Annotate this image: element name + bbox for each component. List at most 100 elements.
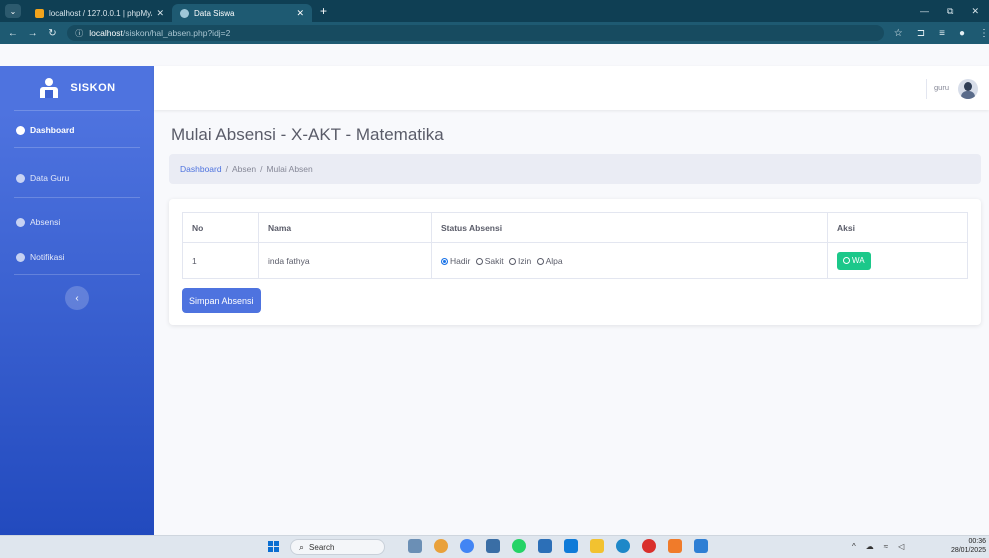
bell-icon — [16, 252, 25, 262]
url-path: /siskon/hal_absen.php?idj=2 — [122, 28, 231, 38]
restore-icon[interactable]: ⧉ — [947, 6, 953, 17]
chevron-up-icon[interactable]: ^ — [852, 542, 856, 551]
radio-hadir[interactable] — [441, 257, 448, 265]
breadcrumb: Dashboard / Absen / Mulai Absen — [169, 154, 981, 184]
new-tab-button[interactable]: + — [320, 4, 327, 18]
user-icon — [16, 173, 25, 183]
taskbar-search-input[interactable]: ⌕ Search — [290, 539, 385, 555]
extensions-icon[interactable]: ⊐ — [917, 28, 925, 39]
window-controls: — ⧉ ✕ — [920, 6, 989, 17]
taskbar-app-icon[interactable] — [538, 539, 552, 553]
sidebar-item-label: Absensi — [30, 217, 61, 227]
close-icon[interactable]: ✕ — [156, 8, 164, 19]
taskbar-app-icon[interactable] — [642, 539, 656, 553]
cell-no: 1 — [182, 242, 259, 279]
sidebar-divider — [14, 147, 140, 148]
radio-sakit[interactable] — [475, 257, 483, 265]
globe-icon — [180, 8, 189, 18]
whatsapp-icon — [843, 257, 850, 264]
sidebar-item-label: Data Guru — [30, 173, 70, 183]
vscode-icon[interactable] — [694, 539, 708, 553]
url-input[interactable]: ⓘ localhost/siskon/hal_absen.php?idj=2 — [67, 25, 884, 41]
file-explorer-icon[interactable] — [590, 539, 604, 553]
whatsapp-button[interactable]: WA — [837, 251, 871, 270]
page-title: Mulai Absensi - X-AKT - Matematika — [171, 125, 444, 144]
sidebar-item-notifikasi[interactable]: Notifikasi — [16, 252, 64, 262]
reading-list-icon[interactable]: ≡ — [939, 28, 945, 39]
radio-alpa[interactable] — [536, 257, 544, 265]
sidebar-divider — [14, 274, 140, 275]
users-icon — [16, 217, 25, 227]
minimize-icon[interactable]: — — [920, 6, 929, 17]
xampp-icon[interactable] — [668, 539, 682, 553]
attendance-card: No Nama Status Absensi Aksi 1 inda fathy… — [169, 199, 981, 325]
radio-label-izin: Izin — [517, 255, 532, 266]
breadcrumb-dashboard-link[interactable]: Dashboard — [180, 164, 222, 174]
column-header-nama: Nama — [258, 212, 432, 243]
close-window-icon[interactable]: ✕ — [971, 6, 979, 17]
tab-title: localhost / 127.0.0.1 | phpMyAdmin — [49, 8, 152, 18]
save-attendance-button[interactable]: Simpan Absensi — [182, 288, 261, 313]
cell-nama: inda fathya — [258, 242, 432, 279]
attendance-table: No Nama Status Absensi Aksi 1 inda fathy… — [182, 212, 968, 279]
reload-icon[interactable]: ↻ — [46, 28, 60, 39]
sidebar-item-label: Notifikasi — [30, 252, 65, 262]
sidebar-divider — [14, 110, 140, 111]
sidebar-brand[interactable]: SISKON — [0, 66, 154, 110]
close-icon[interactable]: ✕ — [296, 8, 304, 19]
cloud-icon[interactable]: ☁ — [866, 542, 874, 551]
bookmark-star-icon[interactable]: ☆ — [894, 28, 903, 39]
wifi-icon[interactable]: ≈ — [884, 542, 888, 551]
whatsapp-label: WA — [852, 256, 865, 265]
column-header-aksi: Aksi — [827, 212, 968, 243]
tab-title: Data Siswa — [194, 8, 235, 18]
browser-tab-bar: ⌄ localhost / 127.0.0.1 | phpMyAdmin ✕ D… — [0, 0, 989, 22]
user-name[interactable]: guru — [934, 83, 949, 92]
windows-start-icon[interactable] — [268, 541, 279, 552]
site-info-icon[interactable]: ⓘ — [75, 28, 83, 39]
breadcrumb-current: Mulai Absen — [266, 164, 313, 174]
tab-search-icon[interactable]: ⌄ — [5, 4, 21, 18]
forward-icon[interactable]: → — [26, 28, 40, 39]
browser-tab-phpmyadmin[interactable]: localhost / 127.0.0.1 | phpMyAdmin ✕ — [27, 4, 172, 22]
browser-toolbar-right: ☆ ⊐ ≡ ● ⋮ — [894, 28, 989, 39]
breadcrumb-separator: / — [225, 164, 228, 174]
sidebar-item-dashboard[interactable]: Dashboard — [16, 125, 74, 135]
browser-tab-data-siswa[interactable]: Data Siswa ✕ — [172, 4, 312, 22]
taskbar-app-icon[interactable] — [486, 539, 500, 553]
sidebar-toggle-button[interactable]: ‹ — [65, 286, 89, 310]
search-icon: ⌕ — [299, 541, 305, 552]
clock-time: 00:36 — [968, 538, 986, 545]
volume-icon[interactable]: ◁ — [898, 542, 904, 551]
cell-aksi: WA — [827, 242, 968, 279]
topbar: guru — [154, 66, 989, 110]
edge-icon[interactable] — [616, 539, 630, 553]
topbar-divider — [926, 79, 927, 99]
clock-date: 28/01/2025 — [950, 547, 986, 554]
sidebar-divider — [14, 197, 140, 198]
whatsapp-taskbar-icon[interactable] — [512, 539, 526, 553]
brand-name: SISKON — [70, 82, 116, 94]
chrome-icon[interactable] — [460, 539, 474, 553]
menu-icon[interactable]: ⋮ — [979, 28, 989, 39]
column-header-status: Status Absensi — [431, 212, 828, 243]
sidebar-item-absensi[interactable]: Absensi — [16, 217, 60, 227]
breadcrumb-absen: Absen — [231, 164, 257, 174]
taskbar-clock[interactable]: 00:36 28/01/2025 — [942, 537, 986, 555]
avatar[interactable] — [958, 79, 978, 99]
taskbar-app-icon[interactable] — [564, 539, 578, 553]
column-header-no: No — [182, 212, 259, 243]
table-row: 1 inda fathya Hadir Sakit Izin Alpa WA — [182, 242, 968, 279]
table-header-row: No Nama Status Absensi Aksi — [182, 212, 968, 243]
search-placeholder: Search — [309, 542, 335, 552]
url-host: localhost — [89, 28, 123, 38]
back-icon[interactable]: ← — [6, 28, 20, 39]
radio-izin[interactable] — [508, 257, 516, 265]
profile-icon[interactable]: ● — [959, 28, 965, 39]
sidebar-item-data-guru[interactable]: Data Guru — [16, 173, 69, 183]
system-tray: ^ ☁ ≈ ◁ — [852, 542, 904, 551]
browser-address-bar: ← → ↻ ⓘ localhost/siskon/hal_absen.php?i… — [0, 22, 989, 44]
sidebar-item-label: Dashboard — [30, 125, 75, 135]
taskbar-widgets-icon[interactable] — [408, 539, 422, 553]
taskbar-app-icon[interactable] — [434, 539, 448, 553]
